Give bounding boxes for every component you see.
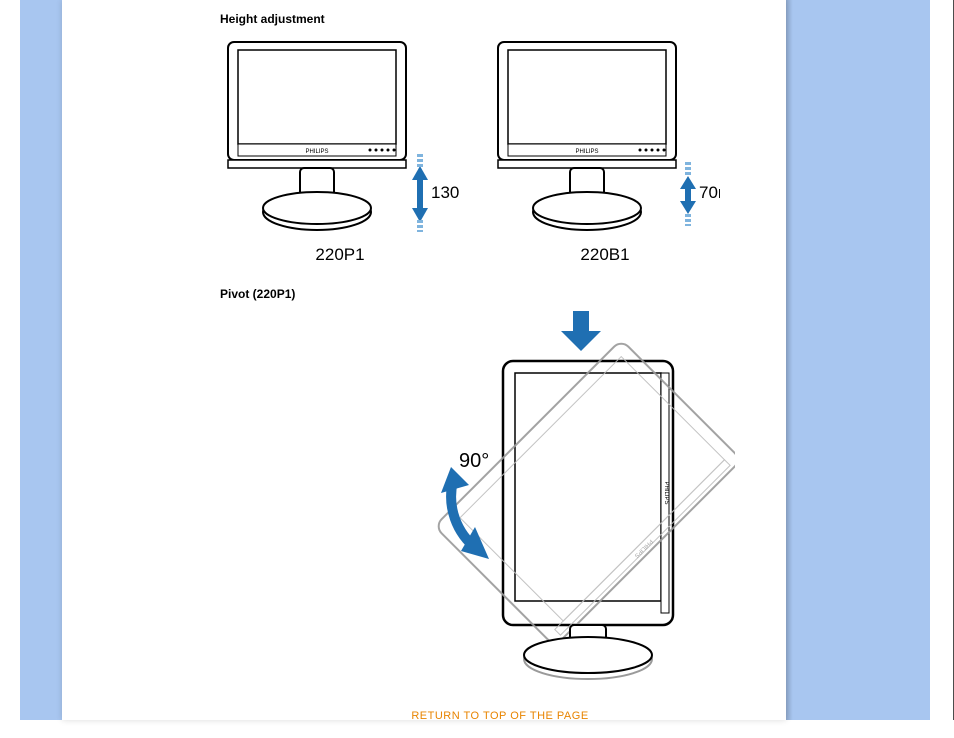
brand-label: PHILIPS (663, 481, 669, 504)
monitor-220b1-illustration: PHILIPS 70mm (490, 36, 720, 236)
model-label-220p1: 220P1 (220, 245, 460, 265)
height-value-220b1: 70mm (699, 183, 720, 202)
page-content: Height adjustment PHILIPS (220, 0, 780, 722)
down-arrow-icon (561, 311, 601, 351)
figure-220b1: PHILIPS 70mm (490, 36, 720, 265)
pivot-angle-label: 90° (459, 450, 489, 472)
height-value-220p1: 130mm (431, 183, 460, 202)
return-to-top-link[interactable]: RETURN TO TOP OF THE PAGE (220, 710, 780, 722)
monitor-220p1-illustration: PHILIPS (220, 36, 460, 236)
height-arrow-icon (412, 154, 428, 232)
height-adjustment-figures: PHILIPS (220, 36, 780, 265)
figure-220p1: PHILIPS (220, 36, 460, 265)
page-shadow (786, 0, 796, 720)
monitor-pivot-illustration: PHILIPS PHILIPS (335, 309, 735, 689)
section-title-height-adjustment: Height adjustment (220, 12, 780, 26)
manual-page: Height adjustment PHILIPS (62, 0, 786, 720)
brand-label: PHILIPS (305, 149, 328, 155)
document-viewport: Height adjustment PHILIPS (0, 0, 954, 738)
model-label-220b1: 220B1 (490, 245, 720, 265)
section-title-pivot: Pivot (220P1) (220, 287, 780, 301)
figure-pivot: PHILIPS PHILIPS (290, 309, 780, 692)
height-arrow-icon (680, 162, 696, 226)
brand-label: PHILIPS (575, 149, 598, 155)
